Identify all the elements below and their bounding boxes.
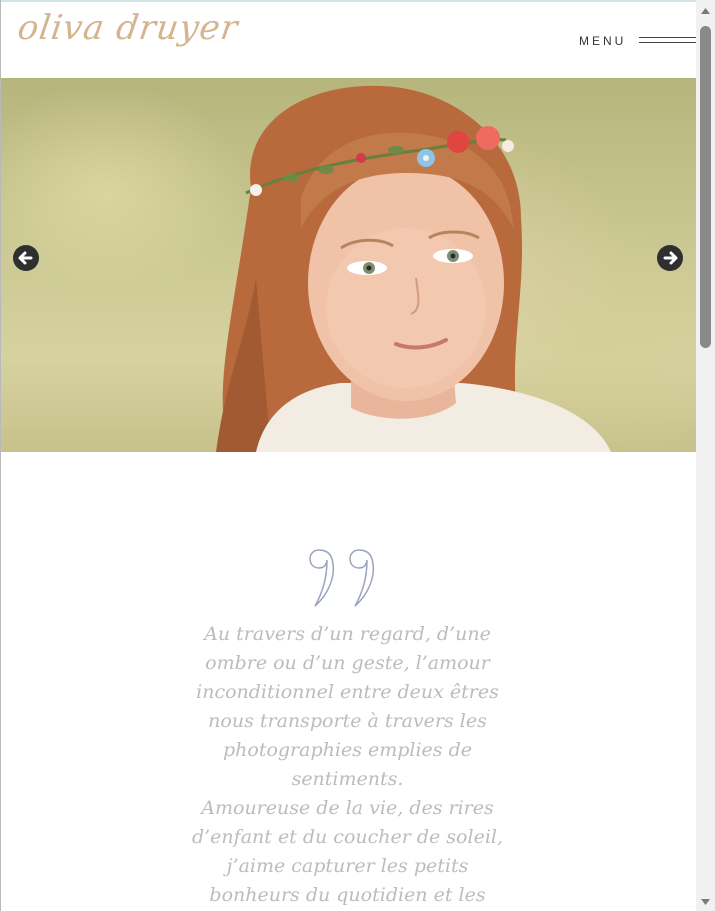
hero-photo bbox=[216, 85, 611, 452]
scrollbar-thumb[interactable] bbox=[700, 26, 711, 348]
slider-prev-button[interactable] bbox=[13, 245, 39, 271]
vertical-scrollbar[interactable] bbox=[696, 0, 715, 911]
scroll-up-icon[interactable] bbox=[696, 4, 715, 18]
hero-slider bbox=[1, 78, 696, 452]
quote-marks-icon bbox=[309, 549, 375, 607]
scroll-down-icon[interactable] bbox=[696, 895, 715, 909]
menu-label[interactable]: MENU bbox=[579, 34, 626, 48]
site-logo[interactable]: oliva druyer bbox=[15, 8, 241, 48]
slider-next-button[interactable] bbox=[657, 245, 683, 271]
arrow-left-icon bbox=[18, 251, 33, 265]
site-header: oliva druyer MENU bbox=[1, 2, 696, 78]
hamburger-menu-icon[interactable] bbox=[639, 37, 696, 45]
quote-text: Au travers d’un regard, d’une ombre ou d… bbox=[180, 620, 515, 910]
quote-paragraph: Au travers d’un regard, d’une ombre ou d… bbox=[196, 623, 499, 790]
quote-paragraph: Amoureuse de la vie, des rires d’enfant … bbox=[191, 797, 504, 906]
arrow-right-icon bbox=[663, 251, 678, 265]
